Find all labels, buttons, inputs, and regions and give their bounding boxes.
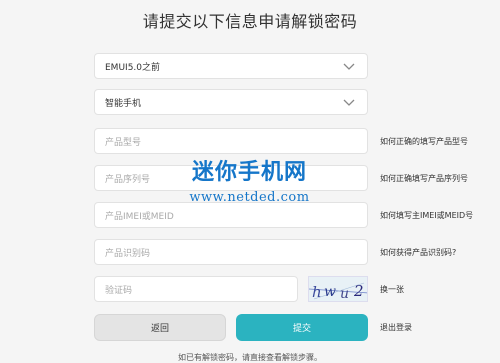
captcha-placeholder: 验证码 — [105, 285, 133, 296]
emui-version-value: EMUI5.0之前 — [105, 62, 161, 73]
captcha-graphic: h w u 2 — [309, 277, 367, 302]
captcha-image[interactable]: h w u 2 — [308, 276, 368, 302]
back-button[interactable]: 返回 — [94, 314, 226, 341]
watermark-logo: 迷你手机网 — [191, 160, 307, 185]
svg-text:h: h — [312, 283, 322, 301]
svg-text:2: 2 — [353, 282, 364, 300]
device-type-value: 智能手机 — [105, 98, 142, 109]
submit-button[interactable]: 提交 — [236, 314, 368, 341]
device-type-select[interactable]: 智能手机 — [94, 89, 368, 115]
serial-number-placeholder: 产品序列号 — [105, 174, 151, 185]
imei-input[interactable]: 产品IMEI或MEID — [94, 202, 368, 228]
svg-text:u: u — [340, 286, 349, 302]
captcha-refresh-link[interactable]: 换一张 — [380, 284, 404, 295]
page-title: 请提交以下信息申请解锁密码 — [142, 12, 358, 31]
chevron-down-icon — [343, 99, 355, 106]
captcha-input[interactable]: 验证码 — [94, 276, 298, 302]
product-id-placeholder: 产品识别码 — [105, 248, 151, 259]
product-id-help-link[interactable]: 如何获得产品识别码? — [380, 247, 456, 258]
unlock-steps-tip[interactable]: 如已有解锁密码，请直接查看解锁步骤。 — [0, 352, 500, 363]
model-help-link[interactable]: 如何正确的填写产品型号 — [380, 136, 468, 147]
watermark-url: www.netded.com — [189, 190, 310, 205]
imei-help-link[interactable]: 如何填写主IMEI或MEID号 — [380, 210, 473, 221]
product-id-input[interactable]: 产品识别码 — [94, 239, 368, 265]
logout-link[interactable]: 退出登录 — [380, 322, 412, 333]
serial-help-link[interactable]: 如何正确填写产品序列号 — [380, 173, 468, 184]
product-model-placeholder: 产品型号 — [105, 137, 142, 148]
imei-placeholder: 产品IMEI或MEID — [105, 211, 174, 222]
svg-text:w: w — [324, 284, 336, 300]
chevron-down-icon — [343, 63, 355, 70]
emui-version-select[interactable]: EMUI5.0之前 — [94, 53, 368, 79]
product-model-input[interactable]: 产品型号 — [94, 128, 368, 154]
